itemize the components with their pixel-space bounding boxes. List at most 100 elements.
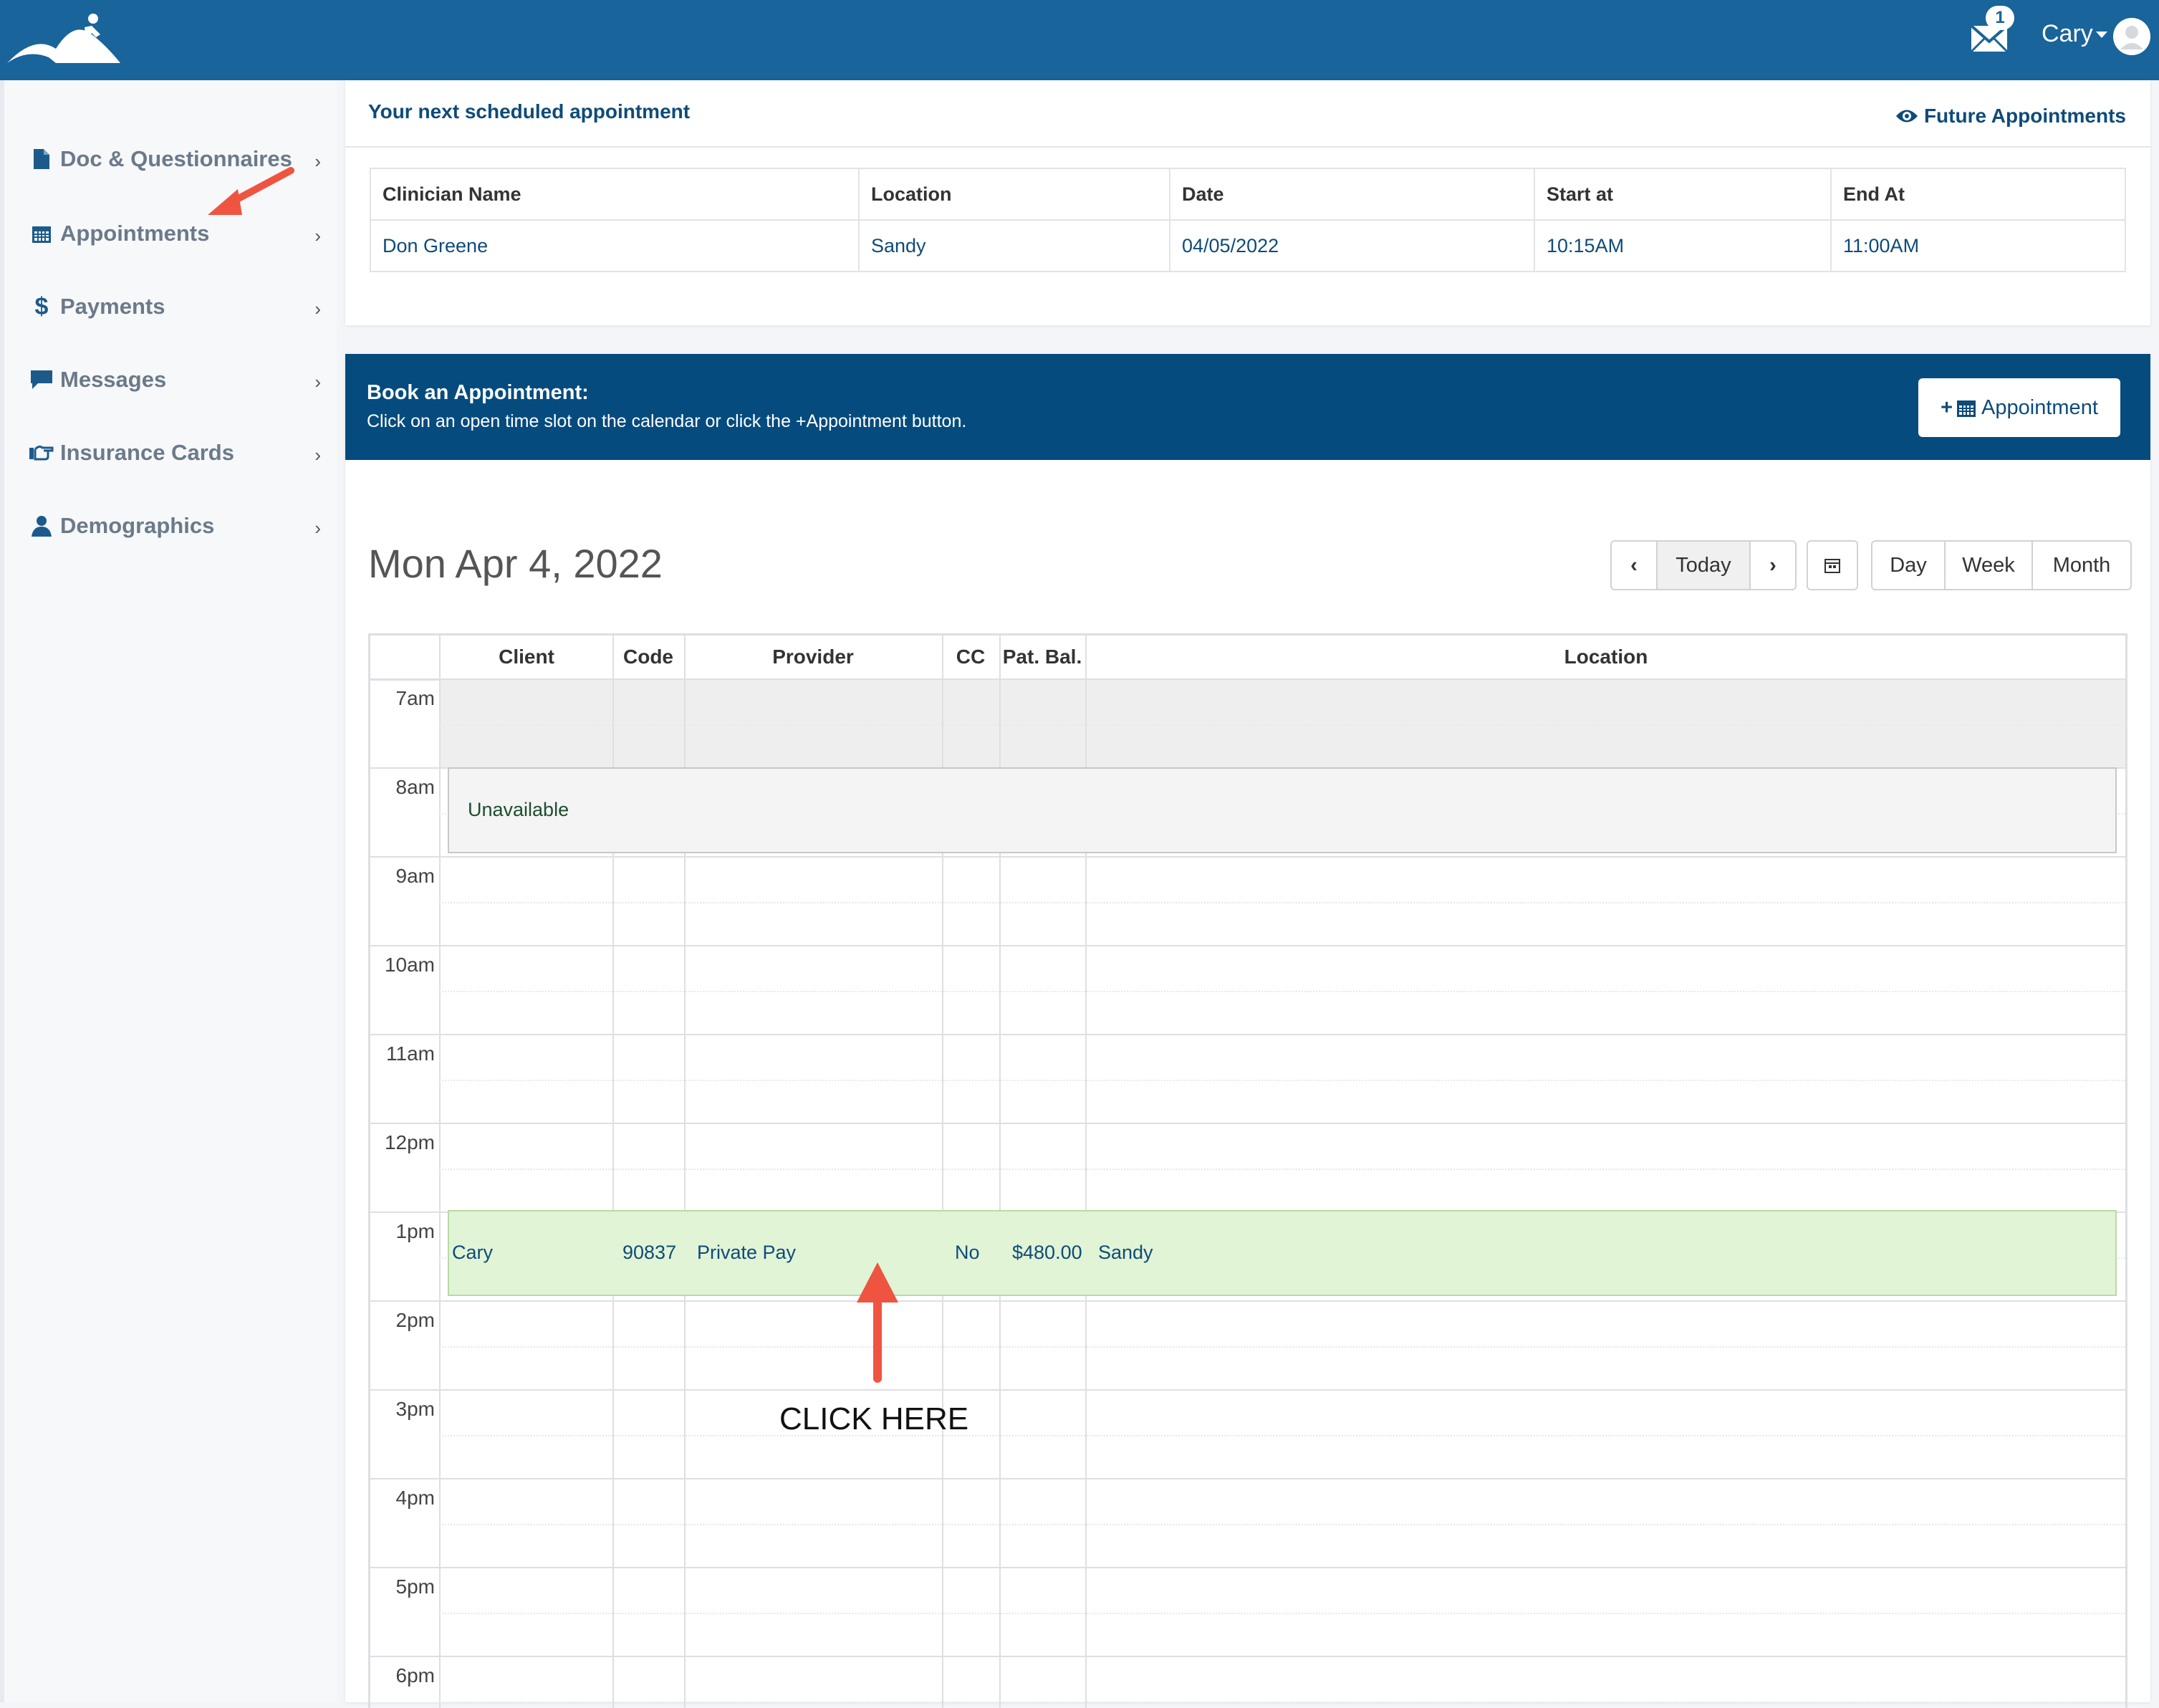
- hour-label: 8am: [395, 776, 435, 798]
- hour-label: 2pm: [395, 1309, 435, 1331]
- event-provider: Private Pay: [697, 1242, 797, 1263]
- dollar-icon: $: [34, 292, 49, 320]
- logo-icon[interactable]: [6, 6, 120, 70]
- top-navbar: 1 Cary: [0, 0, 2159, 80]
- prev-button[interactable]: ‹: [1612, 542, 1656, 589]
- book-appointment-card: Book an Appointment: Click on an open ti…: [345, 354, 2150, 1708]
- sidebar-item-label: Messages: [60, 367, 167, 392]
- chevron-right-icon: ›: [314, 225, 321, 246]
- view-month-button[interactable]: Month: [2031, 542, 2130, 589]
- date-picker-group: [1807, 540, 1858, 590]
- comment-icon: [27, 365, 56, 394]
- calendar-grid: Client Code Provider CC Pat. Bal. Locati…: [368, 633, 2127, 1708]
- view-day-button[interactable]: Day: [1872, 542, 1944, 589]
- column-header: Pat. Bal.: [1002, 646, 1082, 668]
- hour-label: 7am: [395, 687, 435, 709]
- sidebar: Doc & Questionnaires › Appointments › $ …: [0, 80, 337, 1702]
- calendar-icon: [1824, 559, 1840, 573]
- sidebar-item-label: Appointments: [60, 221, 210, 246]
- time-slot-10am[interactable]: 10am: [370, 945, 2125, 1034]
- add-appointment-button[interactable]: + Appointment: [1918, 378, 2120, 437]
- click-here-annotation: CLICK HERE: [779, 1401, 969, 1436]
- plus-icon: +: [1941, 395, 1953, 419]
- event-cc: No: [955, 1242, 980, 1263]
- sidebar-item-messages[interactable]: Messages ›: [27, 358, 321, 401]
- column-header: Date: [1169, 168, 1535, 221]
- avatar[interactable]: [2113, 18, 2150, 55]
- user-menu-name[interactable]: Cary: [2042, 20, 2093, 48]
- column-header: Code: [623, 646, 673, 668]
- view-switcher: Day Week Month: [1871, 540, 2132, 590]
- book-appointment-title: Book an Appointment:: [367, 381, 589, 404]
- sidebar-item-payments[interactable]: $ Payments ›: [27, 285, 321, 328]
- eye-icon: [1895, 110, 1918, 123]
- time-slot-9am[interactable]: 9am: [370, 856, 2125, 945]
- table-header-row: Clinician Name Location Date Start at En…: [370, 168, 2126, 221]
- sidebar-item-label: Insurance Cards: [60, 440, 234, 465]
- hour-label: 4pm: [395, 1487, 435, 1509]
- next-button[interactable]: ›: [1749, 542, 1795, 589]
- user-icon: [27, 512, 56, 540]
- event-client: Cary: [452, 1242, 494, 1263]
- calendar-nav-group: ‹ Today ›: [1610, 540, 1797, 590]
- hour-label: 11am: [386, 1042, 435, 1065]
- time-slot-11am[interactable]: 11am: [370, 1034, 2125, 1123]
- file-icon: [27, 145, 56, 173]
- future-appointments-label: Future Appointments: [1923, 105, 2126, 127]
- chevron-right-icon: ›: [314, 444, 321, 466]
- next-appointment-table: Clinician Name Location Date Start at En…: [370, 168, 2126, 272]
- column-header: Location: [858, 168, 1170, 221]
- chevron-left-icon: ‹: [1630, 553, 1638, 577]
- chevron-right-icon: ›: [1769, 553, 1776, 577]
- hour-label: 10am: [384, 954, 435, 976]
- event-balance: $480.00: [1012, 1242, 1082, 1263]
- column-header: Client: [499, 646, 554, 668]
- time-slot-12pm[interactable]: 12pm: [370, 1123, 2125, 1212]
- sidebar-item-label: Payments: [60, 294, 165, 319]
- hour-label: 5pm: [395, 1575, 435, 1598]
- annotation-arrow-up-icon: [857, 1262, 898, 1383]
- hour-label: 6pm: [395, 1664, 435, 1687]
- calendar-icon: [1957, 400, 1976, 417]
- table-cell: 04/05/2022: [1169, 219, 1535, 272]
- chevron-right-icon: ›: [314, 517, 321, 539]
- view-week-button[interactable]: Week: [1944, 542, 2031, 589]
- hour-label: 1pm: [395, 1220, 435, 1242]
- hour-label: 3pm: [395, 1398, 435, 1420]
- table-cell: Don Greene: [370, 219, 860, 272]
- column-header: End At: [1830, 168, 2126, 221]
- caret-down-icon[interactable]: [2096, 32, 2107, 38]
- user-avatar-icon: [2113, 18, 2150, 55]
- annotation-arrow-icon: [208, 167, 294, 215]
- time-slot-7am[interactable]: 7am: [370, 678, 2125, 767]
- today-button[interactable]: Today: [1656, 542, 1749, 589]
- unavailable-label: Unavailable: [468, 799, 569, 820]
- time-slot-4pm[interactable]: 4pm: [370, 1478, 2125, 1567]
- column-header: CC: [956, 646, 986, 668]
- sidebar-item-insurance-cards[interactable]: Insurance Cards ›: [27, 431, 321, 474]
- hand-point-icon: [27, 438, 56, 467]
- table-row[interactable]: Don Greene Sandy 04/05/2022 10:15AM 11:0…: [370, 219, 2126, 272]
- column-header: Provider: [772, 646, 854, 668]
- time-slot-2pm[interactable]: 2pm: [370, 1300, 2125, 1389]
- appointment-event[interactable]: Cary 90837 Private Pay No $480.00 Sandy: [448, 1210, 2117, 1296]
- sidebar-item-demographics[interactable]: Demographics ›: [27, 504, 321, 547]
- table-cell: 10:15AM: [1534, 219, 1832, 272]
- book-appointment-instructions: Click on an open time slot on the calend…: [367, 411, 967, 431]
- future-appointments-link[interactable]: Future Appointments: [1895, 105, 2126, 128]
- add-appointment-label: Appointment: [1981, 395, 2098, 419]
- next-appointment-card: Your next scheduled appointment Future A…: [345, 80, 2150, 325]
- time-slot-6pm[interactable]: 6pm: [370, 1656, 2125, 1708]
- next-appointment-title: Your next scheduled appointment: [368, 100, 691, 123]
- date-picker-button[interactable]: [1808, 542, 1857, 589]
- hour-label: 9am: [395, 865, 435, 887]
- calendar-header-row: Client Code Provider CC Pat. Bal. Locati…: [370, 635, 2125, 681]
- time-slot-5pm[interactable]: 5pm: [370, 1567, 2125, 1656]
- chevron-right-icon: ›: [314, 371, 321, 393]
- book-appointment-header: Book an Appointment: Click on an open ti…: [345, 354, 2150, 460]
- chevron-right-icon: ›: [314, 150, 321, 172]
- time-slot-3pm[interactable]: 3pm: [370, 1389, 2125, 1478]
- column-header: Clinician Name: [370, 168, 860, 221]
- column-header: Location: [1564, 646, 1648, 668]
- column-header: Start at: [1534, 168, 1832, 221]
